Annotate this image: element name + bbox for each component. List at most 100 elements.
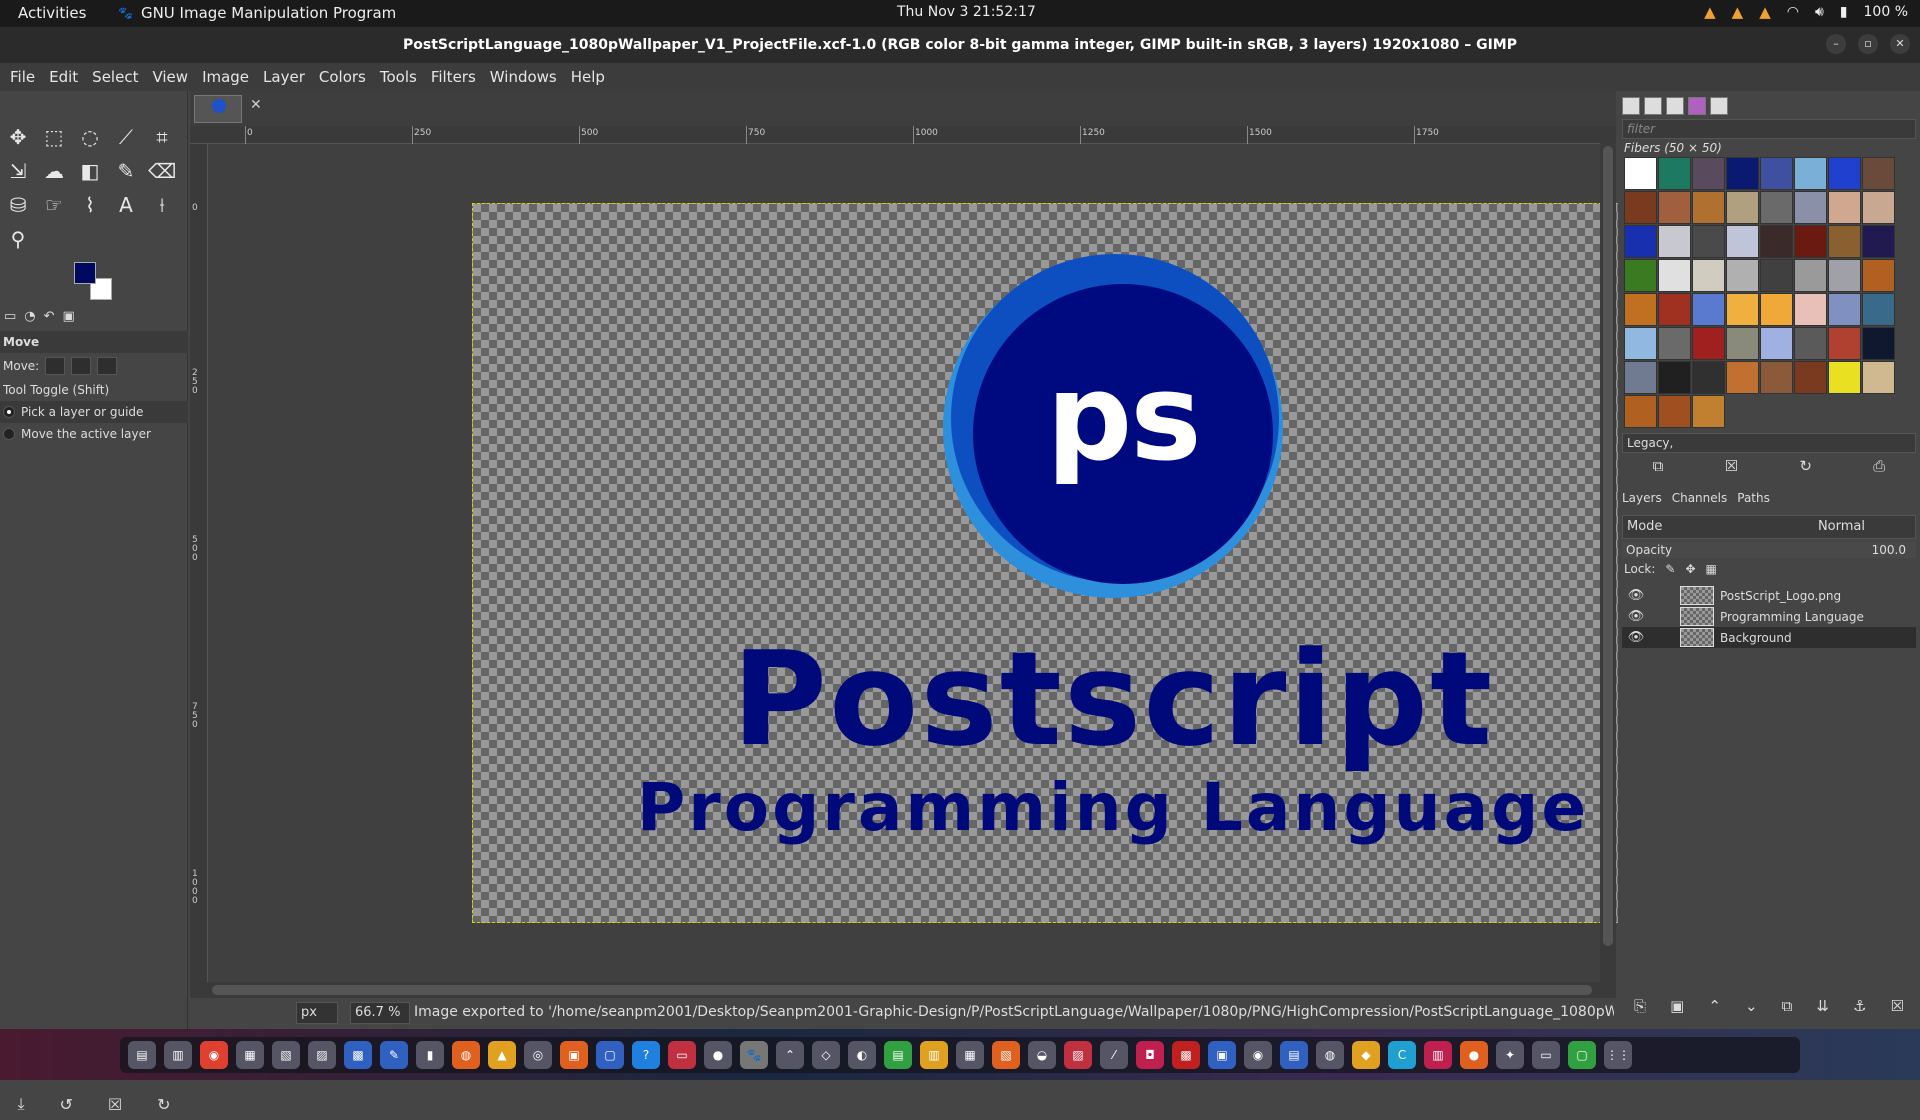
bucket-fill-icon[interactable]: ◧ (76, 157, 104, 185)
eraser-icon[interactable]: ⌫ (148, 157, 176, 185)
smudge-tool-icon[interactable]: ☞ (40, 191, 68, 219)
taskbar-app-icon[interactable]: ◇ (812, 1041, 840, 1069)
delete-layer-icon[interactable]: ☒ (1890, 997, 1903, 1015)
pattern-swatch[interactable] (1760, 225, 1793, 258)
fonts-tab-icon[interactable] (1666, 97, 1684, 115)
taskbar-app-icon[interactable]: ▤ (128, 1041, 156, 1069)
warning-icon[interactable]: ▲ (1704, 3, 1716, 21)
pattern-swatch[interactable] (1760, 361, 1793, 394)
move-layer-mode-icon[interactable] (45, 357, 66, 375)
pattern-swatch[interactable] (1794, 327, 1827, 360)
pattern-swatch[interactable] (1828, 293, 1861, 326)
crop-tool-icon[interactable]: ⌗ (148, 123, 176, 151)
vertical-ruler[interactable]: 0 250 500 750 1000 (190, 144, 208, 982)
new-layer-group-icon[interactable]: ▣ (1670, 997, 1684, 1015)
merge-layer-icon[interactable]: ⇊ (1816, 997, 1829, 1015)
pattern-swatch[interactable] (1794, 293, 1827, 326)
pattern-swatch[interactable] (1658, 191, 1691, 224)
pattern-swatch[interactable] (1692, 293, 1725, 326)
menu-colors[interactable]: Colors (317, 63, 374, 91)
taskbar-app-icon[interactable]: ▤ (1280, 1041, 1308, 1069)
pattern-swatch[interactable] (1692, 157, 1725, 190)
pick-layer-option[interactable]: Pick a layer or guide (0, 401, 188, 423)
window-title-bar[interactable]: PostScriptLanguage_1080pWallpaper_V1_Pro… (0, 27, 1920, 63)
app-menu[interactable]: 🐾 GNU Image Manipulation Program (118, 4, 396, 22)
taskbar-gimp-icon[interactable]: 🐾 (740, 1041, 768, 1069)
pattern-swatch[interactable] (1828, 191, 1861, 224)
taskbar-app-icon[interactable]: ▦ (236, 1041, 264, 1069)
taskbar-app-icon[interactable]: ▲ (488, 1041, 516, 1069)
lock-alpha-icon[interactable]: ▦ (1706, 562, 1717, 576)
new-layer-icon[interactable]: ⎘ (1634, 997, 1646, 1015)
taskbar-app-icon[interactable]: ▤ (884, 1041, 912, 1069)
pattern-swatch[interactable] (1794, 361, 1827, 394)
eye-icon[interactable]: 👁︎ (1622, 630, 1650, 645)
layer-mode-select[interactable]: Mode Normal (1622, 515, 1916, 539)
opacity-slider[interactable]: Opacity 100.0 (1622, 542, 1916, 558)
pattern-swatch[interactable] (1862, 361, 1895, 394)
pattern-swatch[interactable] (1760, 293, 1793, 326)
lock-pixels-icon[interactable]: ✎ (1665, 562, 1675, 576)
pattern-swatch[interactable] (1794, 225, 1827, 258)
pattern-swatch[interactable] (1794, 259, 1827, 292)
pattern-swatch[interactable] (1862, 157, 1895, 190)
pattern-swatch[interactable] (1760, 157, 1793, 190)
pattern-swatch[interactable] (1828, 361, 1861, 394)
eye-icon[interactable]: 👁︎ (1622, 588, 1650, 603)
taskbar-app-icon[interactable]: ▣ (560, 1041, 588, 1069)
pattern-swatch[interactable] (1726, 293, 1759, 326)
restore-options-icon[interactable]: ↺ (59, 1095, 72, 1114)
refresh-patterns-icon[interactable]: ↻ (1799, 457, 1812, 475)
warning-icon[interactable]: ▲ (1759, 3, 1771, 21)
dynamics-tab-icon[interactable] (1710, 97, 1728, 115)
taskbar-app-icon[interactable]: ⌃ (776, 1041, 804, 1069)
menu-edit[interactable]: Edit (47, 63, 86, 91)
pattern-swatch[interactable] (1624, 191, 1657, 224)
pattern-swatch[interactable] (1726, 259, 1759, 292)
warp-tool-icon[interactable]: ☁ (40, 157, 68, 185)
taskbar-app-icon[interactable]: ▭ (1532, 1041, 1560, 1069)
taskbar-app-icon[interactable]: ◆ (1352, 1041, 1380, 1069)
menu-view[interactable]: View (150, 63, 196, 91)
tab-layers[interactable]: Layers (1622, 491, 1662, 505)
image-canvas[interactable]: ps Postscript Programming Language (472, 203, 1752, 923)
move-active-layer-option[interactable]: Move the active layer (0, 423, 188, 445)
taskbar-app-icon[interactable]: ◉ (200, 1041, 228, 1069)
pattern-swatch[interactable] (1658, 395, 1691, 428)
taskbar-app-icon[interactable]: ▧ (272, 1041, 300, 1069)
taskbar-app-icon[interactable]: ▦ (956, 1041, 984, 1069)
pattern-swatch[interactable] (1658, 293, 1691, 326)
pattern-swatch[interactable] (1760, 191, 1793, 224)
anchor-layer-icon[interactable]: ⚓ (1853, 997, 1866, 1015)
unit-select[interactable]: px (296, 1002, 338, 1024)
maximize-icon[interactable]: ▫ (1858, 34, 1878, 54)
taskbar-app-icon[interactable]: ● (704, 1041, 732, 1069)
reset-options-icon[interactable]: ↻ (157, 1095, 170, 1114)
move-selection-mode-icon[interactable] (71, 357, 92, 375)
clock[interactable]: Thu Nov 3 21:52:17 (897, 4, 1036, 20)
lower-layer-icon[interactable]: ⌄ (1745, 997, 1758, 1015)
menu-help[interactable]: Help (569, 63, 613, 91)
device-status-tab-icon[interactable]: ◔ (24, 309, 35, 329)
volume-icon[interactable]: 🔊︎ (1815, 4, 1824, 20)
taskbar-app-icon[interactable]: ⁄ (1100, 1041, 1128, 1069)
taskbar-app-icon[interactable]: ▣ (1208, 1041, 1236, 1069)
pattern-swatch[interactable] (1624, 361, 1657, 394)
open-pattern-icon[interactable]: ⎙ (1873, 457, 1885, 475)
pattern-swatch[interactable] (1624, 259, 1657, 292)
layer-row[interactable]: 👁︎ Background (1622, 627, 1916, 648)
menu-tools[interactable]: Tools (378, 63, 425, 91)
pattern-swatch[interactable] (1692, 225, 1725, 258)
taskbar-app-icon[interactable]: ▥ (1424, 1041, 1452, 1069)
close-icon[interactable]: ✕ (1890, 34, 1910, 54)
pattern-swatch[interactable] (1794, 157, 1827, 190)
pattern-swatch[interactable] (1624, 225, 1657, 258)
pattern-swatch[interactable] (1658, 225, 1691, 258)
duplicate-layer-icon[interactable]: ⧉ (1782, 997, 1793, 1015)
pattern-swatch[interactable] (1692, 395, 1725, 428)
taskbar-app-icon[interactable]: ▧ (992, 1041, 1020, 1069)
rect-select-tool-icon[interactable]: ⬚ (40, 123, 68, 151)
pattern-swatch[interactable] (1658, 327, 1691, 360)
pattern-swatch[interactable] (1828, 225, 1861, 258)
battery-icon[interactable]: ▮ (1840, 4, 1848, 20)
